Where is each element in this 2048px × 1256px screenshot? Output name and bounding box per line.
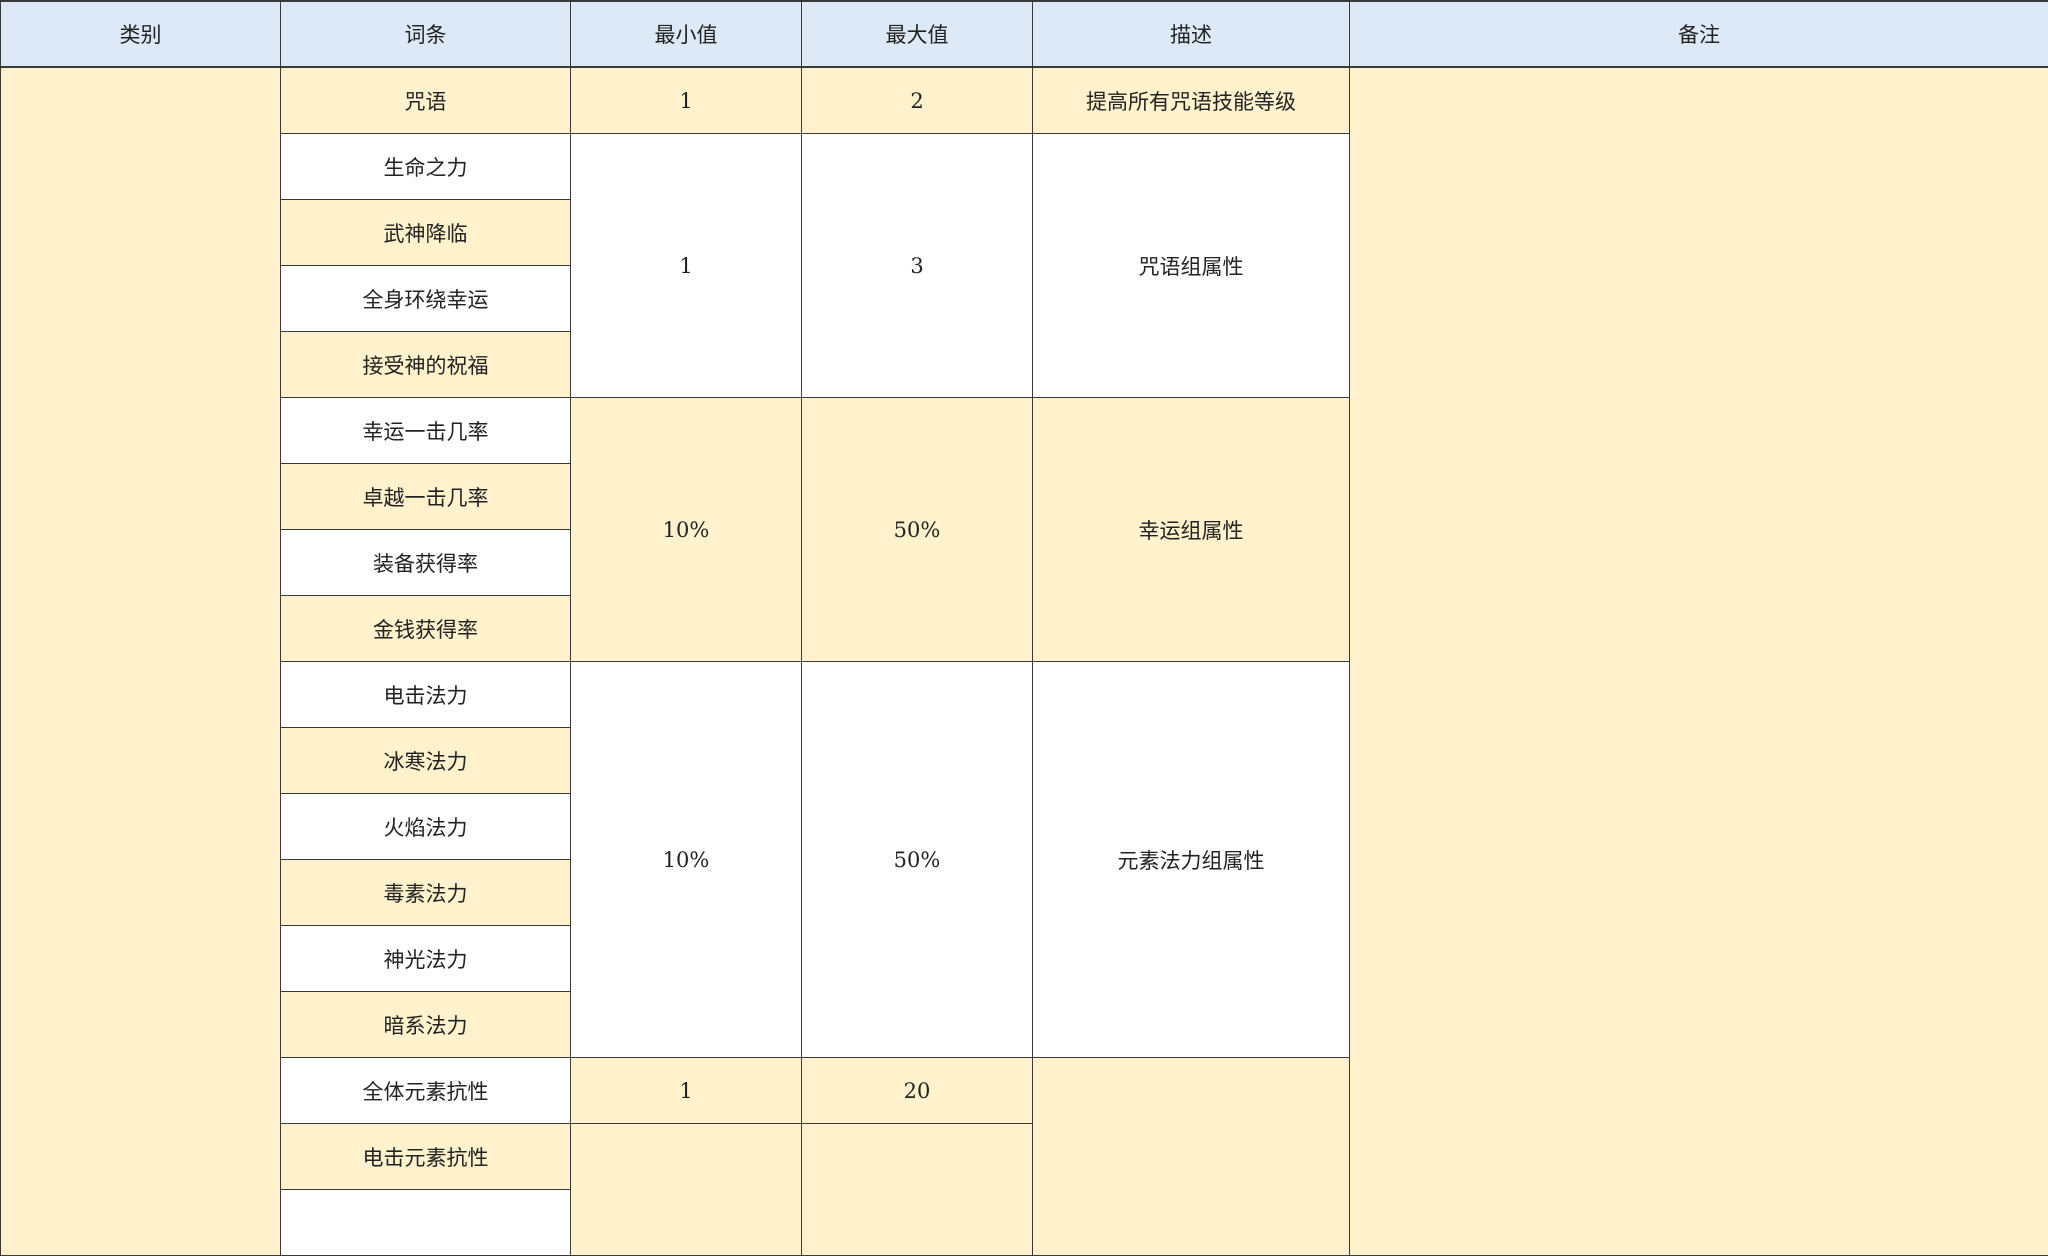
table-row: 咒语 1 2 提高所有咒语技能等级 xyxy=(1,67,2048,134)
header-category[interactable]: 类别 xyxy=(1,1,281,67)
max-cell[interactable]: 3 xyxy=(802,134,1033,398)
entry-cell[interactable]: 金钱获得率 xyxy=(281,596,571,662)
entry-cell[interactable] xyxy=(281,1190,571,1256)
entry-cell[interactable]: 装备获得率 xyxy=(281,530,571,596)
min-cell[interactable]: 10% xyxy=(571,662,802,1058)
min-cell[interactable]: 1 xyxy=(571,1058,802,1124)
entry-cell[interactable]: 幸运一击几率 xyxy=(281,398,571,464)
header-row: 类别 词条 最小值 最大值 描述 备注 xyxy=(1,1,2048,67)
entry-cell[interactable]: 电击元素抗性 xyxy=(281,1124,571,1190)
min-cell[interactable]: 1 xyxy=(571,134,802,398)
header-entry[interactable]: 词条 xyxy=(281,1,571,67)
entry-cell[interactable]: 接受神的祝福 xyxy=(281,332,571,398)
entry-cell[interactable]: 全身环绕幸运 xyxy=(281,266,571,332)
min-cell[interactable] xyxy=(571,1124,802,1256)
header-min[interactable]: 最小值 xyxy=(571,1,802,67)
max-cell[interactable]: 50% xyxy=(802,398,1033,662)
entry-cell[interactable]: 全体元素抗性 xyxy=(281,1058,571,1124)
desc-cell[interactable]: 元素法力组属性 xyxy=(1033,662,1350,1058)
desc-cell[interactable]: 幸运组属性 xyxy=(1033,398,1350,662)
max-cell[interactable]: 20 xyxy=(802,1058,1033,1124)
entry-cell[interactable]: 毒素法力 xyxy=(281,860,571,926)
entry-cell[interactable]: 火焰法力 xyxy=(281,794,571,860)
min-cell[interactable]: 10% xyxy=(571,398,802,662)
entry-cell[interactable]: 冰寒法力 xyxy=(281,728,571,794)
header-note[interactable]: 备注 xyxy=(1350,1,2048,67)
entry-cell[interactable]: 电击法力 xyxy=(281,662,571,728)
max-cell[interactable]: 2 xyxy=(802,67,1033,134)
note-cell[interactable] xyxy=(1350,67,2048,1256)
header-max[interactable]: 最大值 xyxy=(802,1,1033,67)
entry-cell[interactable]: 神光法力 xyxy=(281,926,571,992)
entry-cell[interactable]: 武神降临 xyxy=(281,200,571,266)
desc-cell[interactable] xyxy=(1033,1058,1350,1256)
min-cell[interactable]: 1 xyxy=(571,67,802,134)
desc-cell[interactable]: 提高所有咒语技能等级 xyxy=(1033,67,1350,134)
entry-cell[interactable]: 生命之力 xyxy=(281,134,571,200)
max-cell[interactable] xyxy=(802,1124,1033,1256)
header-desc[interactable]: 描述 xyxy=(1033,1,1350,67)
attribute-table: 类别 词条 最小值 最大值 描述 备注 咒语 1 2 提高所有咒语技能等级 生命… xyxy=(0,0,2048,1256)
category-cell[interactable] xyxy=(1,67,281,1256)
desc-cell[interactable]: 咒语组属性 xyxy=(1033,134,1350,398)
entry-cell[interactable]: 咒语 xyxy=(281,67,571,134)
entry-cell[interactable]: 暗系法力 xyxy=(281,992,571,1058)
entry-cell[interactable]: 卓越一击几率 xyxy=(281,464,571,530)
max-cell[interactable]: 50% xyxy=(802,662,1033,1058)
